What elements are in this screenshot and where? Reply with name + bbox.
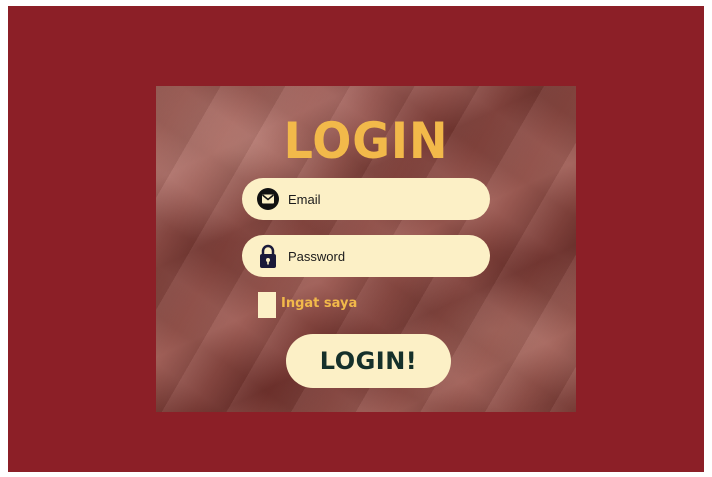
padlock-icon <box>256 243 280 269</box>
password-input[interactable] <box>288 235 478 277</box>
email-field[interactable] <box>242 178 490 220</box>
remember-me-label[interactable]: Ingat saya <box>281 296 357 311</box>
remember-me-checkbox[interactable] <box>258 292 276 318</box>
email-input[interactable] <box>288 178 478 220</box>
login-card: LOGIN Email Ingat saya LOGIN! <box>156 86 576 412</box>
login-title: LOGIN <box>283 112 449 170</box>
login-button[interactable]: LOGIN! <box>286 334 451 388</box>
envelope-icon <box>256 186 280 212</box>
page-background: LOGIN Email Ingat saya LOGIN! <box>8 6 704 472</box>
password-field[interactable] <box>242 235 490 277</box>
